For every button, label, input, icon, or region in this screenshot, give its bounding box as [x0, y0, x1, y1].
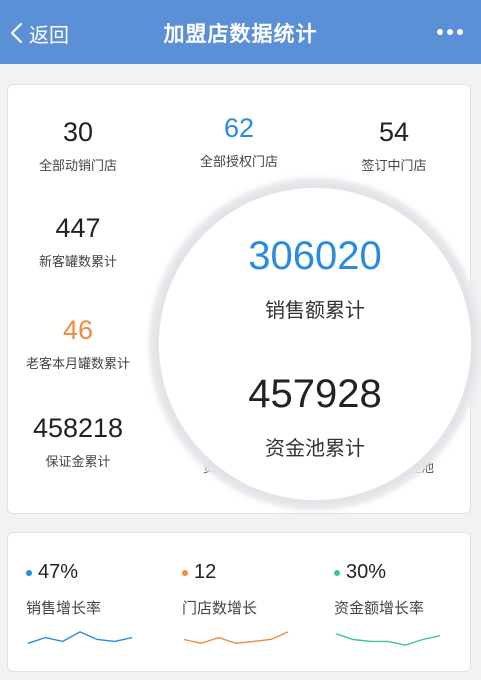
trend-value: 47% [38, 561, 79, 583]
sparkline [27, 631, 133, 644]
bullet-dot [182, 569, 188, 576]
magnifier-overlay: 306020 销售额累计 457928 资金池累计 [159, 188, 471, 500]
stat-authorized-stores[interactable]: 62 全部授权门店 [164, 111, 314, 170]
trend-value: 12 [194, 561, 217, 583]
stat-value: 447 [55, 213, 101, 243]
stat-label: 老客本月罐数累计 [25, 357, 130, 372]
trend-value: 30% [346, 561, 387, 583]
stat-value: 54 [378, 117, 410, 147]
pool-total-value: 457928 [248, 372, 382, 416]
sales-total-value: 306020 [248, 234, 382, 278]
sparkline [183, 631, 289, 645]
stat-label: 保证金累计 [45, 455, 111, 470]
bullet-dot [26, 569, 32, 576]
stat-label: 签订中门店 [361, 159, 427, 174]
stat-new-customer-cans[interactable]: 447 新客罐数累计 [3, 211, 153, 270]
stat-returning-customer-cans[interactable]: 46 老客本月罐数累计 [3, 313, 153, 372]
stat-label: 全部动销门店 [38, 159, 117, 174]
sparkline [335, 633, 441, 646]
stat-value: 458218 [32, 413, 124, 443]
trend-label: 销售增长率 [26, 599, 102, 617]
stat-label: 全部授权门店 [199, 155, 278, 170]
trend-card: 47% 销售增长率 12 门店数增长 30% 资金额增长率 [7, 532, 471, 672]
top-nav-bar: 返回 加盟店数据统计 [0, 0, 481, 64]
more-icon[interactable] [435, 22, 465, 42]
trend-label: 门店数增长 [182, 599, 258, 617]
stat-active-stores[interactable]: 30 全部动销门店 [3, 115, 153, 174]
stat-value: 46 [62, 315, 94, 345]
stat-label: 新客罐数累计 [38, 255, 117, 270]
page-title: 加盟店数据统计 [163, 22, 318, 46]
stat-signing-stores[interactable]: 54 签订中门店 [319, 115, 469, 174]
stat-deposit-total[interactable]: 458218 保证金累计 [3, 411, 153, 470]
trend-label: 资金额增长率 [334, 599, 425, 617]
stat-value: 30 [62, 117, 94, 147]
pool-total-label: 资金池累计 [265, 438, 365, 460]
bullet-dot [334, 569, 340, 576]
sales-total-label: 销售额累计 [265, 300, 365, 322]
stat-value: 62 [223, 113, 255, 143]
